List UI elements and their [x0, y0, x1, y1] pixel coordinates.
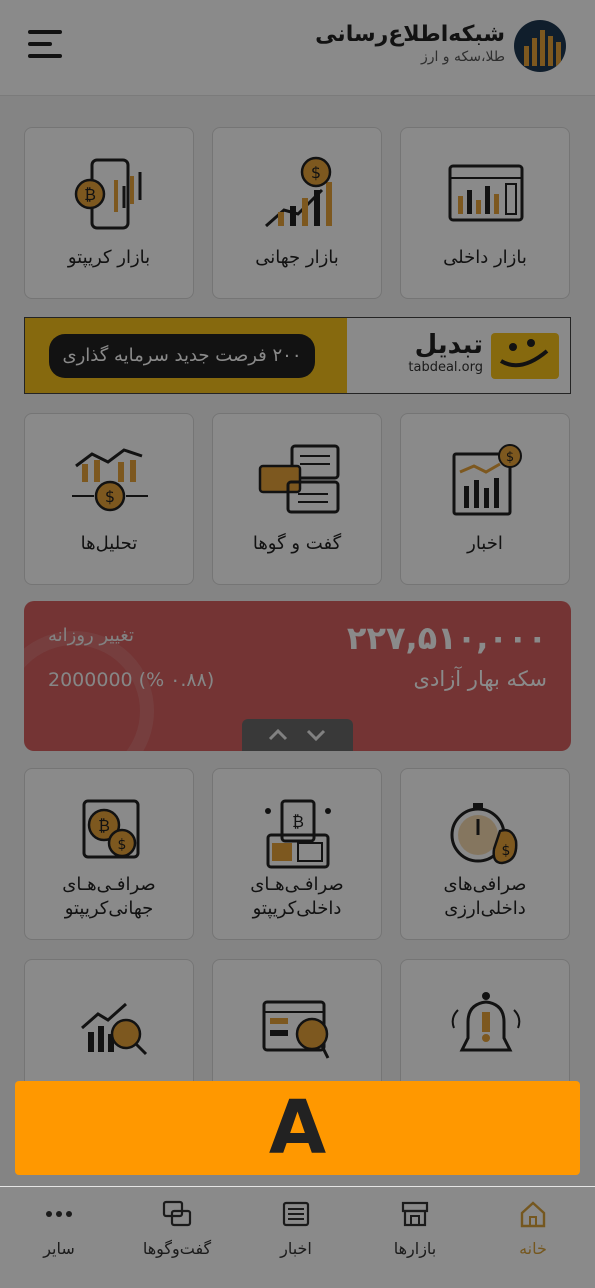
app-page: شبکه‌اطلاع‌رسانی طلا،سکه و ارز ₿ — [0, 0, 595, 1288]
home-icon — [518, 1199, 548, 1229]
domestic-dashboard-icon — [436, 156, 536, 232]
chat-icon — [248, 442, 348, 518]
svg-text:$: $ — [105, 487, 115, 506]
ad-placeholder[interactable]: A — [15, 1081, 580, 1175]
chevron-down-icon[interactable] — [304, 725, 328, 745]
report-search-icon — [248, 988, 348, 1064]
crypto-phone-icon: ₿ — [60, 156, 160, 232]
news-icon: $ — [436, 442, 536, 518]
tile-label-line1: صرافـی‌هـای — [250, 874, 344, 895]
tile-label: اخبار — [467, 533, 503, 554]
svg-text:$: $ — [502, 843, 511, 859]
tile-global-market[interactable]: $ بازار جهانی — [212, 127, 382, 299]
svg-text:$: $ — [506, 450, 514, 465]
alert-bell-icon — [436, 988, 536, 1064]
svg-text:$: $ — [118, 837, 127, 853]
tile-label-line1: صرافـی‌هـای — [62, 874, 156, 895]
nav-label: بازارها — [393, 1239, 437, 1258]
tabdeal-logo-icon — [491, 333, 559, 379]
currency-exchange-icon: $ — [436, 797, 536, 873]
tile-label: صرافی‌های داخلی‌ارزی — [401, 873, 569, 921]
app-header: شبکه‌اطلاع‌رسانی طلا،سکه و ارز — [0, 0, 595, 96]
tile-alerts[interactable] — [400, 959, 570, 1089]
tile-label: بازار داخلی — [443, 247, 527, 268]
global-chart-icon: $ — [248, 156, 348, 232]
coin-price-card[interactable]: ۲۲۷,۵۱۰,۰۰۰ سکه بهار آزادی تغییر روزانه … — [24, 601, 571, 751]
nav-label: گفت‌وگوها — [142, 1239, 212, 1258]
banner-text: ۲۰۰ فرصت جدید سرمایه گذاری — [49, 334, 315, 378]
nav-label: خانه — [519, 1239, 547, 1258]
tabdeal-banner[interactable]: ۲۰۰ فرصت جدید سرمایه گذاری تبدیل tabdeal… — [24, 317, 571, 394]
change-value: 2000000 (% ۰.۸۸) — [48, 669, 215, 691]
bottom-navigation: سایر گفت‌وگوها اخبار بازارها خانه — [0, 1186, 595, 1288]
tile-label: تحلیل‌ها — [80, 533, 138, 554]
tile-chats[interactable]: گفت و گوها — [212, 413, 382, 585]
app-logo-icon — [514, 20, 566, 72]
store-icon — [400, 1199, 430, 1229]
tile-label-line2: جهانی‌کریپتو — [64, 898, 154, 919]
tile-label-line2: داخلی‌ارزی — [444, 898, 526, 919]
nav-chats[interactable]: گفت‌وگوها — [122, 1193, 232, 1283]
banner-brand-name: تبدیل — [414, 330, 483, 360]
tile-domestic-market[interactable]: بازار داخلی — [400, 127, 570, 299]
tile-local-crypto-exchanges[interactable]: ₿ صرافـی‌هـای داخلی‌کریپتو — [212, 768, 382, 940]
change-label: تغییر روزانه — [48, 625, 134, 646]
svg-text:₿: ₿ — [292, 812, 304, 831]
tile-label: صرافـی‌هـای داخلی‌کریپتو — [213, 873, 381, 921]
tile-label: بازار جهانی — [255, 247, 339, 268]
nav-home[interactable]: خانه — [478, 1193, 588, 1283]
price-name: سکه بهار آزادی — [413, 667, 547, 691]
banner-brand: تبدیل tabdeal.org — [383, 330, 483, 375]
svg-text:₿: ₿ — [84, 185, 96, 204]
price-toggle — [242, 719, 353, 751]
tile-crypto-market[interactable]: ₿ بازار کریپتو — [24, 127, 194, 299]
down-trend-icon — [24, 631, 154, 751]
svg-text:₿: ₿ — [98, 816, 110, 835]
tile-analysis[interactable]: $ تحلیل‌ها — [24, 413, 194, 585]
chat-bubbles-icon — [162, 1199, 192, 1229]
nav-news[interactable]: اخبار — [241, 1193, 351, 1283]
analysis-icon: $ — [60, 442, 160, 518]
tile-label-line2: داخلی‌کریپتو — [252, 898, 342, 919]
tile-report-search[interactable] — [212, 959, 382, 1089]
banner-domain: tabdeal.org — [408, 360, 483, 375]
price-value: ۲۲۷,۵۱۰,۰۰۰ — [346, 619, 547, 657]
svg-text:$: $ — [311, 163, 321, 182]
crypto-exchange-global-icon: ₿ $ — [60, 797, 160, 873]
app-subtitle: طلا،سکه و ارز — [420, 49, 505, 65]
newspaper-icon — [281, 1199, 311, 1229]
tile-global-crypto-exchanges[interactable]: ₿ $ صرافـی‌هـای جهانی‌کریپتو — [24, 768, 194, 940]
tile-label: صرافـی‌هـای جهانی‌کریپتو — [25, 873, 193, 921]
nav-markets[interactable]: بازارها — [360, 1193, 470, 1283]
nav-more[interactable]: سایر — [4, 1193, 114, 1283]
app-title: شبکه‌اطلاع‌رسانی — [315, 22, 505, 47]
chevron-up-icon[interactable] — [266, 725, 290, 745]
more-icon — [44, 1199, 74, 1229]
tile-news[interactable]: $ اخبار — [400, 413, 570, 585]
app-logo-text: شبکه‌اطلاع‌رسانی طلا،سکه و ارز — [315, 22, 505, 65]
tile-label-line1: صرافی‌های — [443, 874, 527, 895]
crypto-exchange-local-icon: ₿ — [248, 797, 348, 873]
tile-currency-exchanges[interactable]: $ صرافی‌های داخلی‌ارزی — [400, 768, 570, 940]
nav-label: سایر — [43, 1239, 75, 1258]
tile-market-search[interactable] — [24, 959, 194, 1089]
banner-yellow-area: ۲۰۰ فرصت جدید سرمایه گذاری — [25, 318, 347, 393]
hamburger-menu-icon[interactable] — [28, 30, 66, 64]
tile-label: بازار کریپتو — [67, 247, 151, 268]
market-search-icon — [60, 988, 160, 1064]
nav-label: اخبار — [280, 1239, 312, 1258]
tile-label: گفت و گوها — [252, 533, 342, 554]
